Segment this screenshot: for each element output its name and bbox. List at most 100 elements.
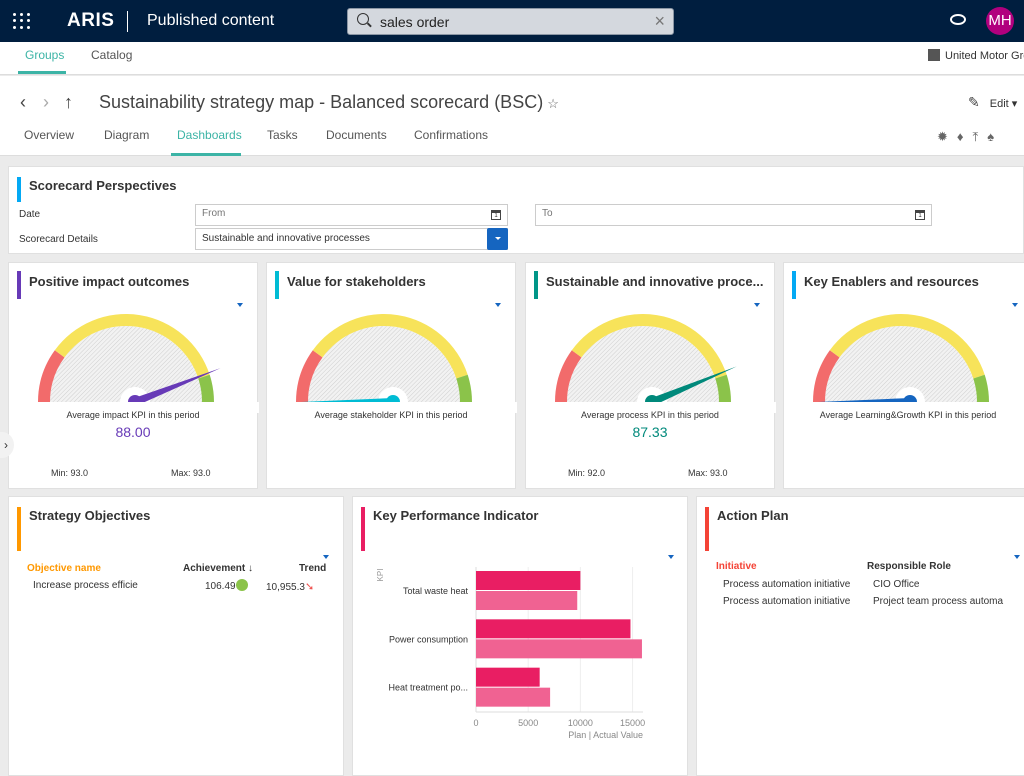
initiative-cell: Process automation initiative xyxy=(723,579,851,590)
tab-groups[interactable]: Groups xyxy=(25,48,64,62)
aris-logo: ARIS xyxy=(67,10,115,31)
up-icon[interactable]: ↑ xyxy=(64,92,73,113)
gauge-min: Min: 92.0 xyxy=(568,468,606,478)
clear-search-icon[interactable]: × xyxy=(654,11,665,31)
back-icon[interactable]: ‹ xyxy=(20,92,26,113)
kpi-panel: Key Performance Indicator 0 5000 10000 1500… xyxy=(352,496,688,776)
bar-actual-value xyxy=(476,591,578,610)
strategy-objectives-panel: Strategy Objectives Objective name Achie… xyxy=(8,496,344,776)
x-tick-label: 0 xyxy=(473,718,478,728)
category-label: Total waste heat xyxy=(403,586,469,596)
tab-documents[interactable]: Documents xyxy=(326,128,387,142)
tab-catalog[interactable]: Catalog xyxy=(91,48,132,62)
pencil-icon: ✎ xyxy=(968,94,980,110)
y-axis-label: KPI xyxy=(376,569,385,582)
add-alert-icon[interactable]: ✹ xyxy=(937,129,948,145)
top-bar: ARIS Published content × MH xyxy=(0,0,1024,42)
tab-diagram[interactable]: Diagram xyxy=(104,128,149,142)
gauge-chart xyxy=(267,314,517,413)
x-tick-label: 10000 xyxy=(568,718,593,728)
edit-label: Edit ▾ xyxy=(989,98,1018,110)
bar-actual-value xyxy=(476,687,551,707)
user-avatar[interactable]: MH xyxy=(986,7,1014,35)
gauge-value: 88.00 xyxy=(115,424,151,440)
calendar-icon[interactable]: 1 xyxy=(491,210,501,220)
lightbulb-icon[interactable]: ♦ xyxy=(957,129,964,145)
x-tick-label: 5000 xyxy=(518,718,538,728)
column-header-objective-name[interactable]: Objective name xyxy=(27,563,101,574)
search-icon xyxy=(357,13,369,25)
bar-plan xyxy=(476,571,581,590)
role-cell: CIO Office xyxy=(873,579,920,590)
tab-overview[interactable]: Overview xyxy=(24,128,74,142)
page-title: Sustainability strategy map - Balanced s… xyxy=(99,92,559,113)
bell-icon[interactable]: ♠ xyxy=(987,129,994,145)
date-from-input[interactable] xyxy=(202,208,482,219)
status-dot-icon xyxy=(235,579,248,591)
upload-icon[interactable]: ⤒ xyxy=(973,129,979,145)
gauge-label: Average process KPI in this period xyxy=(581,410,719,420)
search-box: × xyxy=(347,8,674,35)
building-icon xyxy=(928,49,940,61)
search-input[interactable] xyxy=(380,12,640,32)
bar-plan xyxy=(476,619,631,639)
date-from-field[interactable]: 1 xyxy=(195,204,508,226)
gauge-label: Average Learning&Growth KPI in this peri… xyxy=(819,410,997,420)
sub-navigation: Groups Catalog United Motor Gro xyxy=(0,42,1024,75)
logo-divider xyxy=(127,11,128,32)
gauge-panel: Key Enablers and resources Average Learni… xyxy=(783,262,1024,489)
panel-menu-caret-icon[interactable] xyxy=(1014,555,1020,559)
gauge-label: Average stakeholder KPI in this period xyxy=(314,410,468,420)
column-header-achievement[interactable]: Achievement ↓ xyxy=(183,563,253,574)
gauge-min: Min: 93.0 xyxy=(51,468,89,478)
calendar-icon[interactable]: 1 xyxy=(915,210,925,220)
bar-actual-value xyxy=(476,639,642,659)
scorecard-perspectives-panel: Scorecard Perspectives Date 1 1 Scorecar… xyxy=(8,166,1024,254)
scorecard-details-select[interactable]: Sustainable and innovative processes xyxy=(195,228,508,250)
panel-title: Strategy Objectives xyxy=(29,508,151,523)
date-to-field[interactable]: 1 xyxy=(535,204,932,226)
column-header-responsible-role[interactable]: Responsible Role xyxy=(867,561,951,572)
bar-plan xyxy=(476,667,540,687)
gauge-max: Max: 93.0 xyxy=(688,468,728,478)
app-launcher-icon[interactable] xyxy=(13,13,31,29)
gauge-panel: Value for stakeholders Average stakeholde… xyxy=(266,262,517,489)
date-label: Date xyxy=(19,209,41,220)
panel-accent xyxy=(17,177,21,202)
active-tab-indicator xyxy=(171,153,241,156)
dropdown-button[interactable] xyxy=(487,228,508,250)
trend-down-arrow-icon: ➘ xyxy=(304,581,315,593)
eye-icon[interactable] xyxy=(950,14,966,25)
panel-title: Action Plan xyxy=(717,508,789,523)
page-title-text: Sustainability strategy map - Balanced s… xyxy=(99,92,544,112)
organization-selector[interactable]: United Motor Gro xyxy=(928,49,1024,62)
organization-name: United Motor Gro xyxy=(945,50,1024,62)
category-label: Power consumption xyxy=(389,634,468,644)
scorecard-details-label: Scorecard Details xyxy=(19,234,98,245)
panel-accent xyxy=(17,507,21,551)
panel-menu-caret-icon[interactable] xyxy=(323,555,329,559)
edit-button[interactable]: ✎ Edit ▾ xyxy=(968,94,1017,111)
role-cell: Project team process automa xyxy=(873,596,1004,607)
achievement-value: 106.49 xyxy=(205,579,248,592)
column-header-initiative[interactable]: Initiative xyxy=(716,561,757,572)
x-tick-label: 15000 xyxy=(620,718,645,728)
column-header-trend[interactable]: Trend xyxy=(299,563,326,574)
category-label: Heat treatment po... xyxy=(388,683,468,693)
date-to-input[interactable] xyxy=(542,208,898,219)
page-header: ‹ › ↑ Sustainability strategy map - Bala… xyxy=(0,76,1024,156)
gauge-chart xyxy=(9,314,259,413)
tab-confirmations[interactable]: Confirmations xyxy=(414,128,488,142)
gauge-chart xyxy=(526,314,776,413)
gauge-chart xyxy=(784,314,1024,413)
panel-title: Scorecard Perspectives xyxy=(29,178,177,193)
gauge-panel: Positive impact outcomes Average impact K… xyxy=(8,262,259,489)
kpi-bar-chart: 0 5000 10000 15000 Total waste heat Power con… xyxy=(376,567,645,740)
favorite-star-icon[interactable]: ☆ xyxy=(547,96,559,111)
tab-dashboards[interactable]: Dashboards xyxy=(177,128,242,142)
app-title: Published content xyxy=(147,12,275,29)
trend-value: 10,955.3➘ xyxy=(266,581,315,593)
gauge-value: 87.33 xyxy=(632,424,668,440)
forward-icon[interactable]: › xyxy=(43,92,49,113)
tab-tasks[interactable]: Tasks xyxy=(267,128,298,142)
